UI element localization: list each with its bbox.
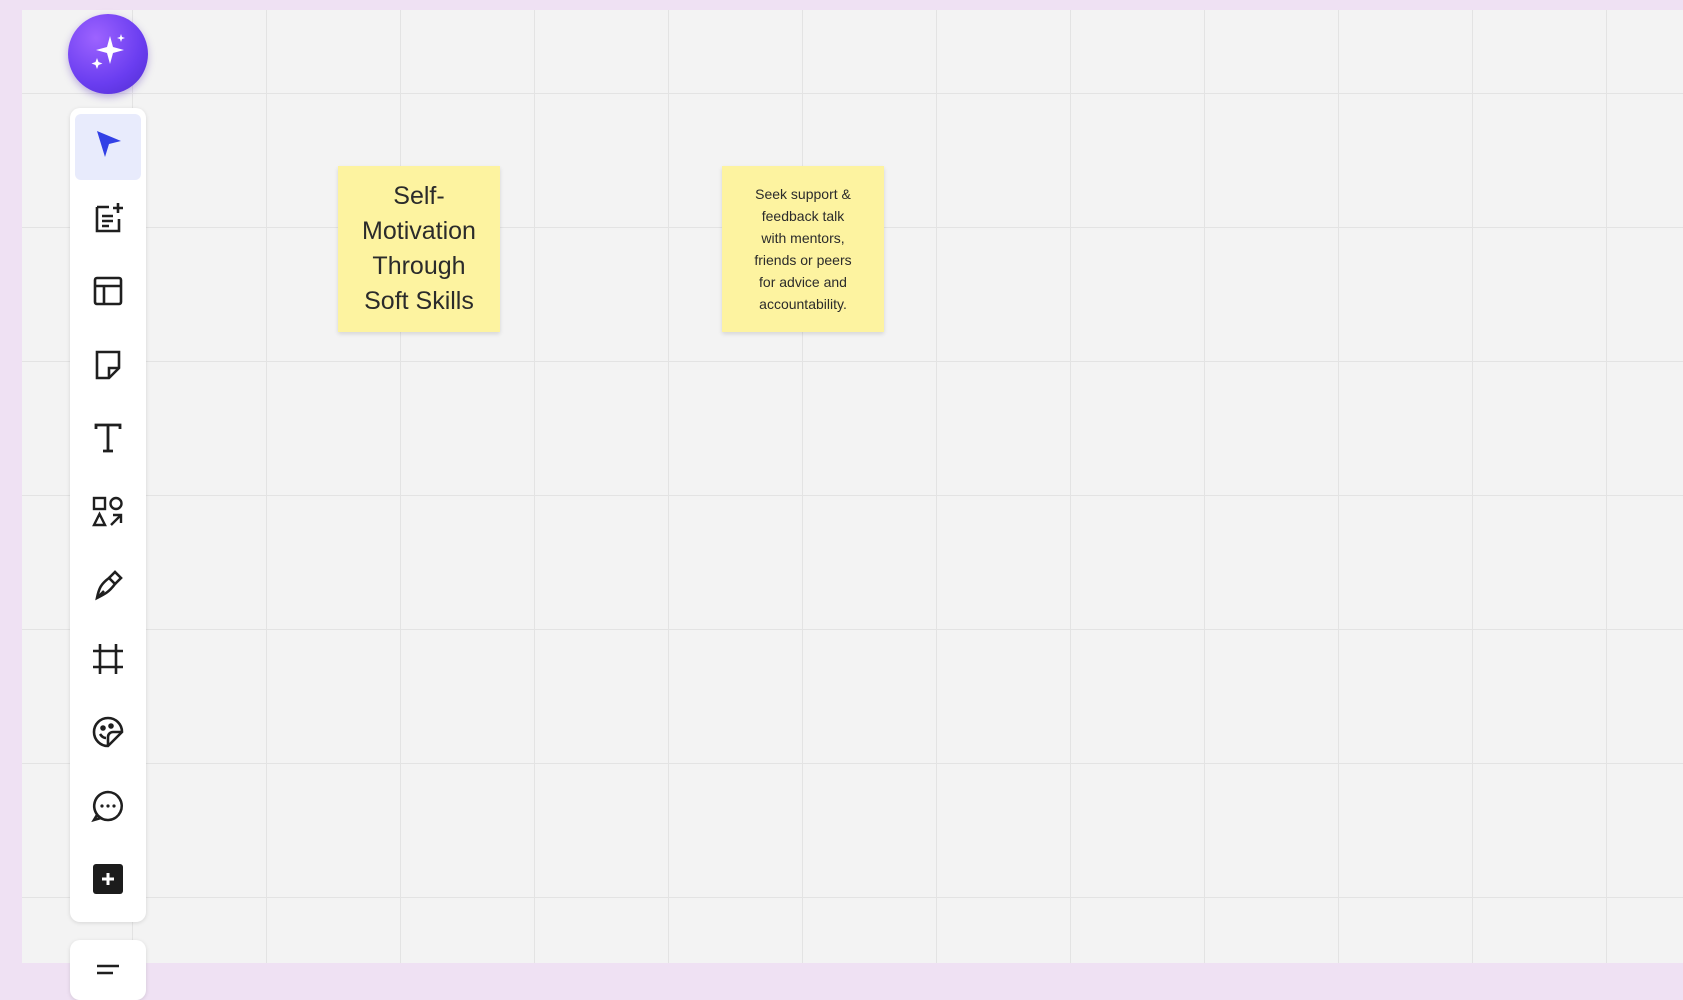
- comment-icon: [89, 787, 127, 830]
- text-icon: [89, 419, 127, 462]
- shapes-icon: [89, 493, 127, 536]
- secondary-toolbar: [70, 940, 146, 1000]
- list-icon[interactable]: [93, 962, 123, 1000]
- select-tool-button[interactable]: [75, 114, 141, 180]
- shapes-tool-button[interactable]: [75, 481, 141, 547]
- sparkles-icon: [86, 30, 130, 79]
- sticky-note-icon: [89, 346, 127, 389]
- layouts-tool-button[interactable]: [75, 261, 141, 327]
- sticky-note-text: Seek support & feedback talk with mentor…: [754, 186, 852, 312]
- comment-tool-button[interactable]: [75, 775, 141, 841]
- pen-icon: [89, 566, 127, 609]
- frame-tool-button[interactable]: [75, 628, 141, 694]
- sticky-note-text: Self- Motivation Through Soft Skills: [362, 182, 476, 315]
- stickers-tool-button[interactable]: [75, 702, 141, 768]
- layout-icon: [89, 272, 127, 315]
- left-toolbar: [70, 108, 146, 922]
- note-add-icon: [89, 199, 127, 242]
- more-tools-button[interactable]: [75, 849, 141, 915]
- plus-square-icon: [89, 860, 127, 903]
- sticky-note-tool-button[interactable]: [75, 334, 141, 400]
- notes-templates-tool-button[interactable]: [75, 187, 141, 253]
- sticker-icon: [89, 713, 127, 756]
- cursor-icon: [89, 125, 127, 168]
- frame-icon: [89, 640, 127, 683]
- sticky-note[interactable]: Self- Motivation Through Soft Skills: [338, 166, 500, 332]
- text-tool-button[interactable]: [75, 408, 141, 474]
- pen-tool-button[interactable]: [75, 555, 141, 621]
- sticky-note[interactable]: Seek support & feedback talk with mentor…: [722, 166, 884, 332]
- whiteboard-canvas[interactable]: Self- Motivation Through Soft Skills See…: [22, 10, 1683, 1000]
- ai-assistant-button[interactable]: [68, 14, 148, 94]
